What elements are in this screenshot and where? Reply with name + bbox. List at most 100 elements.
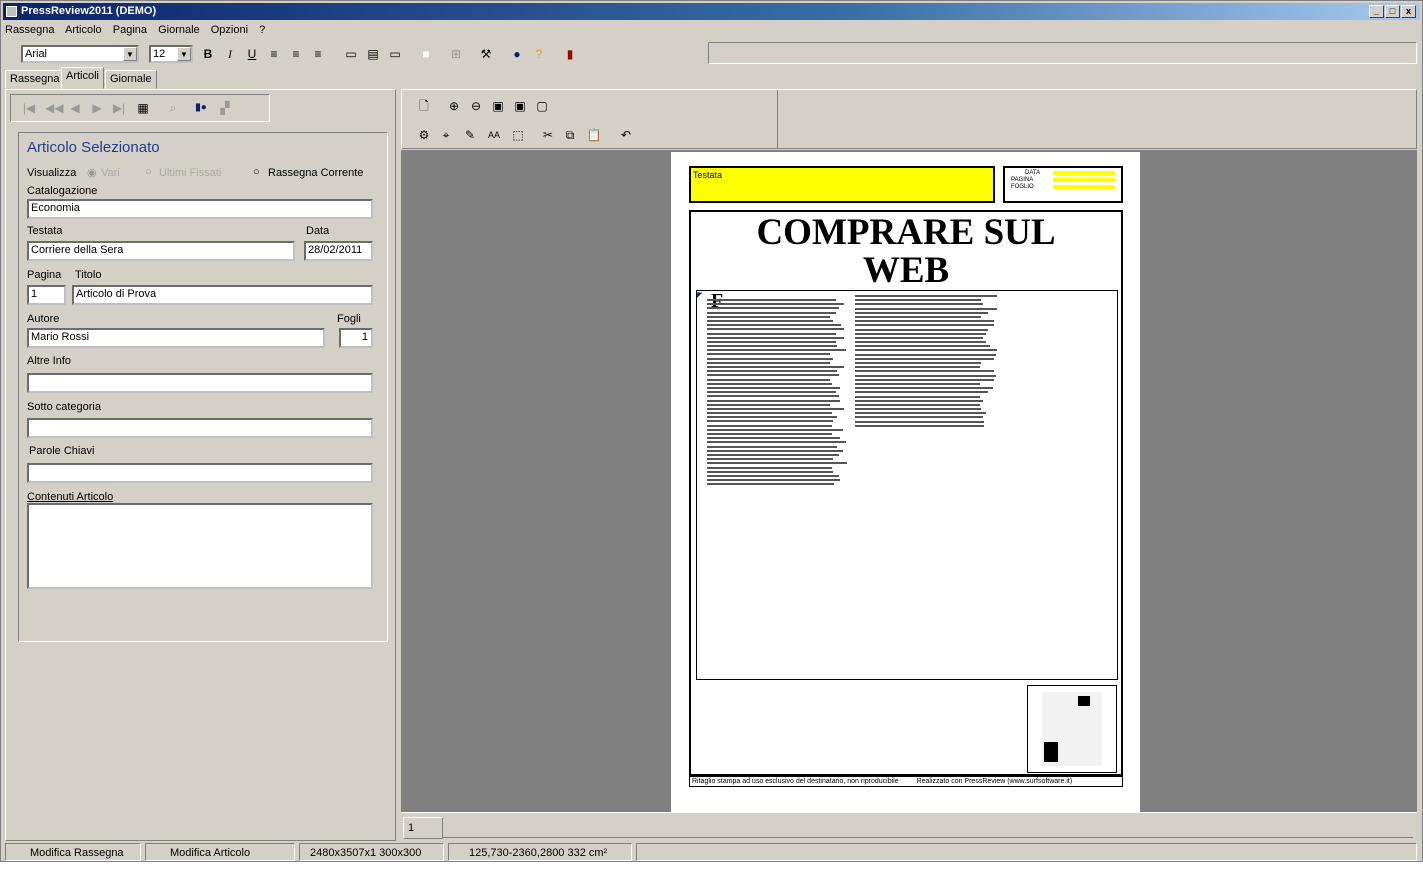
prev-page-icon[interactable]: ◀◀ [45,100,61,116]
align-right-icon[interactable]: ≡ [310,46,326,62]
exit-icon[interactable]: ▮ [562,46,578,62]
altre-info-label: Altre Info [27,355,71,367]
radio-rassegna-button[interactable]: ○ [253,166,260,178]
text-line [707,429,843,431]
next-record-icon[interactable]: ▶ [89,100,105,116]
text-line [855,329,988,331]
catalogazione-field[interactable]: Economia [27,199,373,219]
text-line [707,320,833,322]
document-viewer[interactable]: Testata DATA PAGINA FOGLIO COMPRARE SUL … [401,150,1417,812]
help-icon[interactable]: ? [531,46,547,62]
prev-record-icon[interactable]: ◀ [67,100,83,116]
sotto-categoria-field[interactable] [27,418,373,438]
paste-icon[interactable]: 📋 [586,127,602,143]
font-case-icon[interactable]: AA [486,127,502,143]
crop-icon[interactable]: ⬚ [510,127,526,143]
altre-info-field[interactable] [27,373,373,393]
text-line [707,416,837,418]
testata-box[interactable]: Testata [689,166,995,203]
record-view-icon[interactable]: ▮● [193,100,209,116]
menu-help[interactable]: ? [259,24,265,36]
thumbnail-box[interactable] [1027,685,1117,773]
text-line [855,349,997,351]
font-size-select[interactable]: 12 ▼ [149,45,193,63]
menu-opzioni[interactable]: Opzioni [211,24,248,36]
chevron-down-icon[interactable]: ▼ [177,47,191,61]
find-icon[interactable]: ⌕ [165,100,181,116]
contenuti-textarea[interactable] [27,503,373,589]
italic-button[interactable]: I [222,46,238,62]
menu-articolo[interactable]: Articolo [65,24,102,36]
zoom-in-icon[interactable]: ⊕ [446,98,462,114]
application-window: PressReview2011 (DEMO) _ □ x Rassegna Ar… [0,0,1423,862]
autore-field[interactable]: Mario Rossi [27,328,325,348]
text-line [855,354,996,356]
article-body: ◤ F [696,290,1118,680]
spell-check-icon[interactable]: ✎ [462,127,478,143]
last-record-icon[interactable]: ▶| [111,100,127,116]
page-tabs-strip: 1 [401,812,1417,840]
menu-rassegna[interactable]: Rassegna [5,24,55,36]
header-layout-icon[interactable]: ▭ [343,46,359,62]
text-line [707,420,833,422]
pagina-field[interactable]: 1 [27,285,66,305]
middle-layout-icon[interactable]: ▤ [365,46,381,62]
maximize-button[interactable]: □ [1385,5,1400,18]
actual-size-icon[interactable]: ▢ [534,98,550,114]
copy-icon[interactable]: ⧉ [562,127,578,143]
tab-giornale[interactable]: Giornale [105,70,157,89]
text-line [707,303,844,305]
testata-field[interactable]: Corriere della Sera [27,241,295,261]
menu-giornale[interactable]: Giornale [158,24,200,36]
chart-icon[interactable]: ▞ [217,100,233,116]
parole-chiavi-field[interactable] [27,463,373,483]
tools-icon[interactable]: ⚒ [478,46,494,62]
align-left-icon[interactable]: ≡ [266,46,282,62]
align-center-icon[interactable]: ≡ [288,46,304,62]
radio-vari-label: Vari [101,167,120,179]
table-view-icon[interactable]: ▦ [135,100,151,116]
select-area-icon[interactable]: ⌖ [438,127,454,143]
fogli-field[interactable]: 1 [339,328,373,348]
close-button[interactable]: x [1401,5,1416,18]
page-tab-1[interactable]: 1 [403,817,443,839]
menu-pagina[interactable]: Pagina [113,24,147,36]
article-frame[interactable]: COMPRARE SUL WEB ◤ F [689,210,1123,776]
underline-button[interactable]: U [244,46,260,62]
grid-icon[interactable]: ⊞ [448,46,464,62]
page-footer: Ritaglio stampa ad uso esclusivo del des… [689,776,1123,787]
text-line [855,379,994,381]
info-icon[interactable]: ● [509,46,525,62]
cut-icon[interactable]: ✂ [540,127,556,143]
font-select[interactable]: Arial ▼ [21,45,139,63]
ocr-icon[interactable]: ⚙ [416,127,432,143]
fit-page-icon[interactable]: ▣ [490,98,506,114]
new-page-icon[interactable]: 🗋 [416,98,432,114]
footer-layout-icon[interactable]: ▭ [387,46,403,62]
sotto-categoria-label: Sotto categoria [27,401,101,413]
fit-width-icon[interactable]: ▣ [512,98,528,114]
chevron-down-icon[interactable]: ▼ [123,47,137,61]
text-line [707,353,830,355]
text-line [707,433,832,435]
first-record-icon[interactable]: |◀ [21,100,37,116]
meta-box[interactable]: DATA PAGINA FOGLIO [1003,166,1123,203]
zoom-out-icon[interactable]: ⊖ [468,98,484,114]
bold-button[interactable]: B [200,46,216,62]
text-line [707,467,832,469]
undo-icon[interactable]: ↶ [618,127,634,143]
format-toolbar: Arial ▼ 12 ▼ B I U ≡ ≡ ≡ ▭ ▤ ▭ ■ ⊞ ⚒ ● ?… [5,40,1417,68]
text-line [855,425,984,427]
blank-icon[interactable]: ■ [418,46,434,62]
text-line [707,462,847,464]
tab-articoli[interactable]: Articoli [61,67,104,89]
titolo-field[interactable]: Articolo di Prova [72,285,373,305]
catalogazione-label: Catalogazione [27,185,97,197]
radio-ultimi-button[interactable]: ○ [145,166,152,178]
data-field[interactable]: 28/02/2011 [304,241,373,261]
radio-vari-button[interactable]: ◉ [87,166,97,179]
minimize-button[interactable]: _ [1369,5,1384,18]
tab-rassegna[interactable]: Rassegna [5,70,65,89]
menu-bar: Rassegna Articolo Pagina Giornale Opzion… [5,22,273,38]
document-page: Testata DATA PAGINA FOGLIO COMPRARE SUL … [671,152,1140,812]
